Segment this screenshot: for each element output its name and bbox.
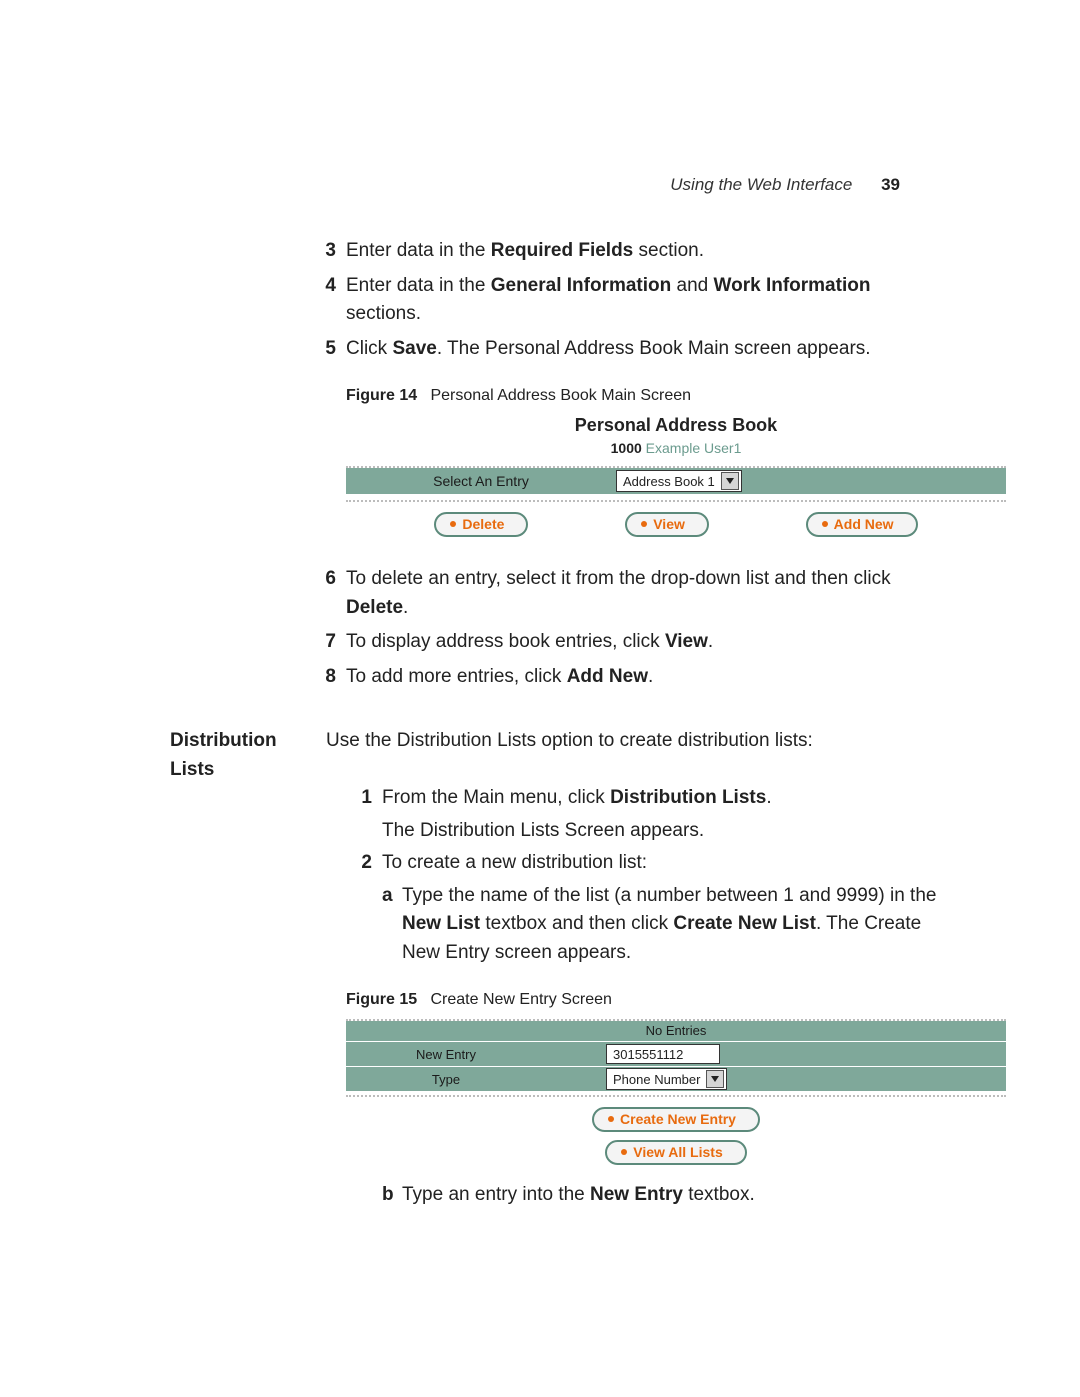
substep-letter: a bbox=[382, 882, 402, 968]
new-entry-row: New Entry 3015551112 bbox=[346, 1041, 1006, 1066]
section-intro: Use the Distribution Lists option to cre… bbox=[326, 727, 940, 784]
step-text: To delete an entry, select it from the d… bbox=[346, 565, 940, 622]
step-number: 3 bbox=[310, 237, 336, 266]
select-entry-bar: Select An Entry Address Book 1 bbox=[346, 468, 1006, 494]
running-header: Using the Web Interface 39 bbox=[670, 175, 900, 195]
figure-number: Figure 14 bbox=[346, 387, 417, 404]
steps-6-8: 6 To delete an entry, select it from the… bbox=[310, 565, 940, 691]
figure15-screenshot: No Entries New Entry 3015551112 Type Pho… bbox=[346, 1019, 1006, 1169]
step-number: 8 bbox=[310, 663, 336, 692]
view-all-lists-button[interactable]: View All Lists bbox=[605, 1140, 746, 1165]
step-text-cont: The Distribution Lists Screen appears. bbox=[382, 817, 940, 846]
view-all-lists-label: View All Lists bbox=[633, 1144, 722, 1160]
step-number: 5 bbox=[310, 335, 336, 364]
type-select[interactable]: Phone Number bbox=[606, 1068, 727, 1090]
substep-text: Type the name of the list (a number betw… bbox=[402, 882, 940, 968]
new-entry-label: New Entry bbox=[346, 1042, 546, 1066]
type-label: Type bbox=[346, 1067, 546, 1091]
step-number: 2 bbox=[346, 849, 372, 878]
step-text: To create a new distribution list: bbox=[382, 849, 940, 878]
no-entries-header: No Entries bbox=[346, 1021, 1006, 1041]
address-book-select-value: Address Book 1 bbox=[623, 474, 715, 489]
view-button-label: View bbox=[653, 516, 685, 532]
pab-title: Personal Address Book bbox=[346, 415, 1006, 436]
figure15-buttons: Create New Entry View All Lists bbox=[346, 1097, 1006, 1169]
step-text: Enter data in the General Information an… bbox=[346, 272, 940, 329]
add-new-button[interactable]: Add New bbox=[806, 512, 918, 537]
type-row: Type Phone Number bbox=[346, 1066, 1006, 1091]
section-heading: Distribution Lists bbox=[170, 727, 326, 784]
step-text: Click Save. The Personal Address Book Ma… bbox=[346, 335, 940, 364]
step-text: Enter data in the Required Fields sectio… bbox=[346, 237, 940, 266]
figure14-caption: Figure 14 Personal Address Book Main Scr… bbox=[346, 387, 940, 405]
pab-subtitle: 1000 Example User1 bbox=[346, 440, 1006, 456]
view-button[interactable]: View bbox=[625, 512, 709, 537]
chevron-down-icon bbox=[721, 472, 739, 490]
figure-title: Create New Entry Screen bbox=[430, 991, 611, 1008]
running-title: Using the Web Interface bbox=[670, 175, 852, 194]
steps-3-5: 3 Enter data in the Required Fields sect… bbox=[310, 237, 940, 363]
extension-number: 1000 bbox=[611, 440, 642, 456]
user-name: Example User1 bbox=[646, 440, 742, 456]
step-text: From the Main menu, click Distribution L… bbox=[382, 784, 940, 845]
step-number: 7 bbox=[310, 628, 336, 657]
step-number: 6 bbox=[310, 565, 336, 622]
create-new-entry-button[interactable]: Create New Entry bbox=[592, 1107, 760, 1132]
type-select-value: Phone Number bbox=[613, 1072, 700, 1087]
figure-number: Figure 15 bbox=[346, 991, 417, 1008]
chevron-down-icon bbox=[706, 1070, 724, 1088]
new-entry-input[interactable]: 3015551112 bbox=[606, 1044, 720, 1064]
page-number: 39 bbox=[881, 175, 900, 194]
distribution-lists-section: Distribution Lists Use the Distribution … bbox=[170, 727, 940, 784]
address-book-select[interactable]: Address Book 1 bbox=[616, 470, 742, 492]
figure15-caption: Figure 15 Create New Entry Screen bbox=[346, 991, 940, 1009]
new-entry-value: 3015551112 bbox=[613, 1047, 683, 1062]
create-new-entry-label: Create New Entry bbox=[620, 1111, 736, 1127]
step-text: To display address book entries, click V… bbox=[346, 628, 940, 657]
substep-text: Type an entry into the New Entry textbox… bbox=[402, 1181, 940, 1210]
step-text: To add more entries, click Add New. bbox=[346, 663, 940, 692]
delete-button[interactable]: Delete bbox=[434, 512, 528, 537]
pab-button-row: Delete View Add New bbox=[346, 506, 1006, 543]
substep-letter: b bbox=[382, 1181, 402, 1210]
add-new-button-label: Add New bbox=[834, 516, 894, 532]
step-number: 1 bbox=[346, 784, 372, 845]
distribution-steps-cont: b Type an entry into the New Entry textb… bbox=[346, 1181, 940, 1210]
step-number: 4 bbox=[310, 272, 336, 329]
delete-button-label: Delete bbox=[462, 516, 504, 532]
distribution-steps: 1 From the Main menu, click Distribution… bbox=[346, 784, 940, 967]
select-entry-label: Select An Entry bbox=[346, 473, 616, 489]
figure-title: Personal Address Book Main Screen bbox=[430, 387, 691, 404]
figure14-screenshot: Personal Address Book 1000 Example User1… bbox=[346, 415, 1006, 543]
